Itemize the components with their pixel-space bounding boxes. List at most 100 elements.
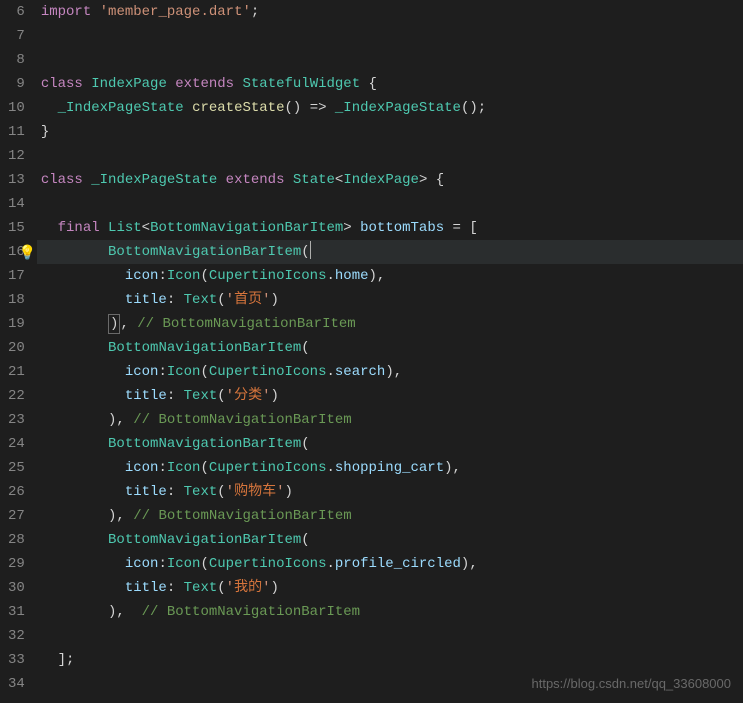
token-pnc: > { (419, 172, 444, 188)
token-pnc: ) (270, 292, 278, 308)
code-line[interactable]: icon:Icon(CupertinoIcons.shopping_cart), (37, 456, 743, 480)
token-pnc: ( (301, 436, 309, 452)
token-cls: CupertinoIcons (209, 364, 327, 380)
token-pnc (83, 172, 91, 188)
code-area[interactable]: import 'member_page.dart';class IndexPag… (37, 0, 743, 703)
token-pnc: (); (461, 100, 486, 116)
token-var: search (335, 364, 385, 380)
token-cls: Text (184, 580, 218, 596)
token-pnc: > (343, 220, 360, 236)
line-number: 17 (8, 264, 25, 288)
token-kw: import (41, 4, 91, 20)
code-line[interactable]: BottomNavigationBarItem( (37, 528, 743, 552)
token-pnc: : (158, 460, 166, 476)
token-param: icon (125, 460, 159, 476)
code-line[interactable]: import 'member_page.dart'; (37, 0, 743, 24)
code-line[interactable]: title: Text('我的') (37, 576, 743, 600)
code-line[interactable]: class IndexPage extends StatefulWidget { (37, 72, 743, 96)
line-number: 18 (8, 288, 25, 312)
line-number: 34 (8, 672, 25, 683)
token-pnc: , (120, 316, 137, 332)
token-pnc: ), (444, 460, 461, 476)
token-var: profile_circled (335, 556, 461, 572)
token-pnc: ), (369, 268, 386, 284)
token-pnc (217, 172, 225, 188)
token-kw: class (41, 172, 83, 188)
code-line[interactable] (37, 48, 743, 72)
code-line[interactable]: BottomNavigationBarItem( (37, 432, 743, 456)
token-pnc: () => (284, 100, 334, 116)
token-cmt: // BottomNavigationBarItem (133, 508, 351, 524)
token-str-quote: 'member_page.dart' (100, 4, 251, 20)
line-number: 23 (8, 408, 25, 432)
line-number: 30 (8, 576, 25, 600)
line-number-gutter: 6789101112131415161718192021222324252627… (0, 0, 37, 703)
line-number: 6 (8, 0, 25, 24)
token-cmt: // BottomNavigationBarItem (137, 316, 355, 332)
code-line[interactable]: final List<BottomNavigationBarItem> bott… (37, 216, 743, 240)
token-pnc: ( (217, 388, 225, 404)
lightbulb-icon[interactable]: 💡 (19, 242, 36, 266)
line-number: 9 (8, 72, 25, 96)
code-line[interactable]: ), // BottomNavigationBarItem (37, 600, 743, 624)
code-line[interactable] (37, 144, 743, 168)
token-cls: BottomNavigationBarItem (108, 244, 301, 260)
token-cls: IndexPage (91, 76, 167, 92)
token-cls: _IndexPageState (91, 172, 217, 188)
code-line[interactable] (37, 24, 743, 48)
token-pnc (284, 172, 292, 188)
line-number: 8 (8, 48, 25, 72)
token-str-quote: ' (226, 580, 234, 596)
token-pnc: : (167, 484, 184, 500)
code-line[interactable]: title: Text('购物车') (37, 480, 743, 504)
token-pnc: } (41, 124, 49, 140)
line-number: 22 (8, 384, 25, 408)
code-line[interactable]: BottomNavigationBarItem( (37, 336, 743, 360)
code-line[interactable]: class _IndexPageState extends State<Inde… (37, 168, 743, 192)
code-line[interactable]: title: Text('首页') (37, 288, 743, 312)
token-kw: extends (226, 172, 285, 188)
code-line[interactable]: icon:Icon(CupertinoIcons.search), (37, 360, 743, 384)
token-pnc: ]; (58, 652, 75, 668)
code-line[interactable]: ), // BottomNavigationBarItem (37, 312, 743, 336)
token-cls: _IndexPageState (335, 100, 461, 116)
token-param: title (125, 388, 167, 404)
code-line[interactable] (37, 192, 743, 216)
token-kw: extends (175, 76, 234, 92)
token-str-orange: 我的 (234, 580, 262, 596)
token-cmt: // BottomNavigationBarItem (133, 412, 351, 428)
token-var: shopping_cart (335, 460, 444, 476)
token-pnc: ) (270, 580, 278, 596)
code-editor[interactable]: 6789101112131415161718192021222324252627… (0, 0, 743, 703)
token-pnc: : (167, 292, 184, 308)
token-pnc (83, 76, 91, 92)
token-cls: BottomNavigationBarItem (108, 436, 301, 452)
code-line[interactable] (37, 624, 743, 648)
token-str-orange: 分类 (234, 388, 262, 404)
token-cls: Text (184, 292, 218, 308)
token-str-orange: 购物车 (234, 484, 276, 500)
code-line[interactable]: } (37, 120, 743, 144)
code-line[interactable]: ), // BottomNavigationBarItem (37, 408, 743, 432)
line-number: 12 (8, 144, 25, 168)
token-pnc: { (360, 76, 377, 92)
code-line[interactable]: icon:Icon(CupertinoIcons.profile_circled… (37, 552, 743, 576)
line-number: 19 (8, 312, 25, 336)
code-line[interactable]: ), // BottomNavigationBarItem (37, 504, 743, 528)
token-pnc: . (326, 460, 334, 476)
token-pnc: ), (108, 508, 133, 524)
token-param: icon (125, 364, 159, 380)
token-pnc: ( (217, 484, 225, 500)
code-line[interactable]: 💡 BottomNavigationBarItem( (37, 240, 743, 264)
code-line[interactable]: _IndexPageState createState() => _IndexP… (37, 96, 743, 120)
code-line[interactable]: ]; (37, 648, 743, 672)
token-var: bottomTabs (360, 220, 444, 236)
code-line[interactable]: title: Text('分类') (37, 384, 743, 408)
token-pnc: ), (461, 556, 478, 572)
token-pnc: ) (284, 484, 292, 500)
token-pnc: ), (108, 604, 142, 620)
token-fn: createState (192, 100, 284, 116)
code-line[interactable]: icon:Icon(CupertinoIcons.home), (37, 264, 743, 288)
token-cls: CupertinoIcons (209, 460, 327, 476)
line-number: 28 (8, 528, 25, 552)
